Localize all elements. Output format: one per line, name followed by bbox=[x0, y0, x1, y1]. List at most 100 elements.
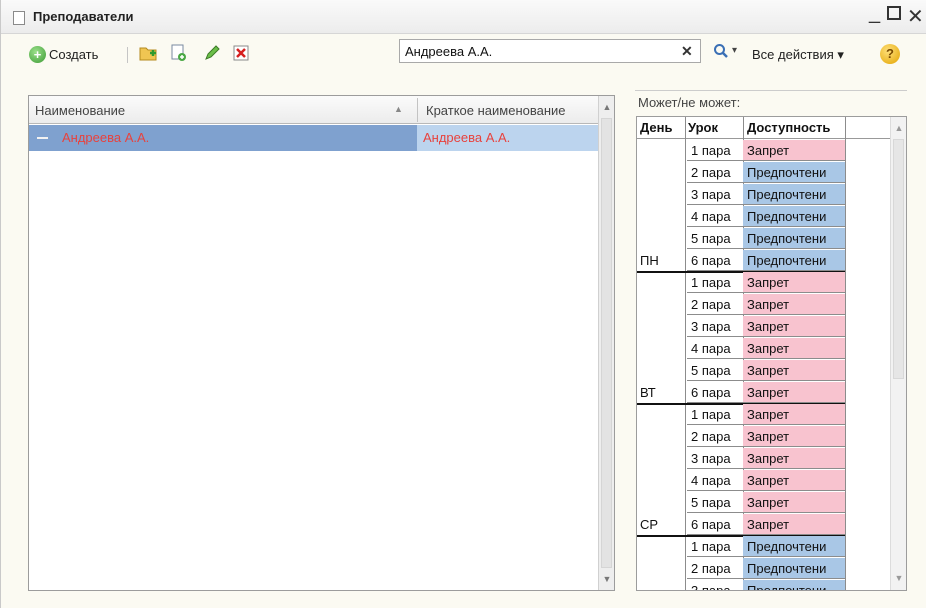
availability-label: Может/не может: bbox=[638, 95, 741, 110]
availability-row[interactable]: 6 пара Предпочтени bbox=[637, 250, 845, 272]
item-marker-icon bbox=[37, 137, 48, 139]
availability-row[interactable]: 3 пара Запрет bbox=[637, 316, 845, 338]
availability-cell[interactable]: Предпочтени bbox=[743, 162, 845, 183]
scroll-up-icon[interactable]: ▲ bbox=[891, 123, 906, 133]
availability-row[interactable]: 1 пара Запрет bbox=[637, 404, 845, 426]
search-button[interactable]: ▾ bbox=[713, 43, 737, 62]
availability-cell[interactable]: Запрет bbox=[743, 338, 845, 359]
availability-row[interactable]: 6 пара Запрет bbox=[637, 514, 845, 536]
copy-item-icon[interactable] bbox=[168, 43, 188, 63]
day-label: ПН bbox=[640, 253, 659, 268]
header-day: День bbox=[640, 120, 673, 135]
search-dropdown-icon: ▾ bbox=[732, 45, 738, 56]
lesson-cell: 3 пара bbox=[687, 580, 743, 590]
teacher-name: Андреева А.А. bbox=[62, 130, 150, 145]
short-name-cell: Андреева А.А. bbox=[417, 125, 599, 151]
scroll-up-icon[interactable]: ▲ bbox=[599, 102, 615, 112]
availability-row[interactable]: 2 пара Запрет bbox=[637, 426, 845, 448]
lesson-cell: 5 пара bbox=[687, 228, 743, 249]
availability-row[interactable]: 5 пара Запрет bbox=[637, 360, 845, 382]
add-folder-icon[interactable] bbox=[138, 43, 158, 63]
table-scrollbar[interactable]: ▲ ▼ bbox=[598, 96, 614, 590]
create-label: Создать bbox=[49, 46, 99, 62]
availability-cell[interactable]: Предпочтени bbox=[743, 206, 845, 227]
availability-row[interactable]: 5 пара Предпочтени bbox=[637, 228, 845, 250]
availability-row[interactable]: 4 пара Предпочтени bbox=[637, 206, 845, 228]
availability-cell[interactable]: Предпочтени bbox=[743, 536, 845, 557]
lesson-cell: 2 пара bbox=[687, 426, 743, 447]
availability-row[interactable]: 2 пара Предпочтени bbox=[637, 558, 845, 580]
availability-cell[interactable]: Запрет bbox=[743, 470, 845, 491]
lesson-cell: 5 пара bbox=[687, 360, 743, 381]
availability-cell[interactable]: Запрет bbox=[743, 382, 845, 403]
availability-cell[interactable]: Предпочтени bbox=[743, 184, 845, 205]
scroll-thumb[interactable] bbox=[601, 118, 612, 568]
lesson-cell: 6 пара bbox=[687, 250, 743, 271]
lesson-cell: 3 пара bbox=[687, 448, 743, 469]
lesson-cell: 4 пара bbox=[687, 470, 743, 491]
scroll-down-icon[interactable]: ▼ bbox=[891, 573, 906, 583]
availability-cell[interactable]: Запрет bbox=[743, 448, 845, 469]
maximize-icon[interactable] bbox=[887, 6, 901, 20]
availability-cell[interactable]: Предпочтени bbox=[743, 580, 845, 590]
grid-scrollbar[interactable]: ▲ ▼ bbox=[890, 117, 906, 590]
lesson-cell: 5 пара bbox=[687, 492, 743, 513]
availability-row[interactable]: 4 пара Запрет bbox=[637, 338, 845, 360]
delete-icon[interactable] bbox=[231, 43, 251, 63]
title-bar: Преподаватели _ ✕ bbox=[1, 0, 926, 34]
toolbar: + Создать ✕ ▾ Все действия bbox=[1, 34, 926, 74]
table-header: Наименование ▲ Краткое наименование bbox=[29, 96, 599, 124]
teachers-table: Наименование ▲ Краткое наименование Андр… bbox=[28, 95, 615, 591]
availability-cell[interactable]: Предпочтени bbox=[743, 558, 845, 579]
header-availability: Доступность bbox=[747, 120, 831, 135]
scroll-thumb[interactable] bbox=[893, 139, 904, 379]
help-icon[interactable]: ? bbox=[880, 44, 900, 64]
availability-row[interactable]: 4 пара Запрет bbox=[637, 470, 845, 492]
availability-row[interactable]: 6 пара Запрет bbox=[637, 382, 845, 404]
close-icon[interactable]: ✕ bbox=[907, 4, 924, 29]
minimize-icon[interactable]: _ bbox=[869, 2, 880, 25]
availability-row[interactable]: 3 пара Предпочтени bbox=[637, 184, 845, 206]
availability-cell[interactable]: Запрет bbox=[743, 316, 845, 337]
search-input[interactable] bbox=[399, 39, 701, 63]
lesson-cell: 4 пара bbox=[687, 338, 743, 359]
edit-pencil-icon[interactable] bbox=[202, 43, 222, 63]
clear-search-icon[interactable]: ✕ bbox=[681, 44, 695, 58]
table-row[interactable]: Андреева А.А. Андреева А.А. bbox=[29, 125, 599, 151]
lesson-cell: 4 пара bbox=[687, 206, 743, 227]
name-cell: Андреева А.А. bbox=[29, 125, 417, 151]
teachers-window: Преподаватели _ ✕ + Создать ✕ bbox=[0, 0, 926, 608]
availability-row[interactable]: 2 пара Запрет bbox=[637, 294, 845, 316]
availability-cell[interactable]: Предпочтени bbox=[743, 250, 845, 271]
day-label: ВТ bbox=[640, 385, 656, 400]
lesson-cell: 6 пара bbox=[687, 382, 743, 403]
grid-header: День Урок Доступность bbox=[637, 117, 892, 139]
all-actions-menu[interactable]: Все действия ▾ bbox=[752, 47, 844, 63]
availability-cell[interactable]: Запрет bbox=[743, 426, 845, 447]
availability-row[interactable]: 1 пара Запрет bbox=[637, 140, 845, 162]
lesson-cell: 1 пара bbox=[687, 536, 743, 557]
availability-row[interactable]: 2 пара Предпочтени bbox=[637, 162, 845, 184]
availability-cell[interactable]: Запрет bbox=[743, 514, 845, 535]
availability-cell[interactable]: Запрет bbox=[743, 294, 845, 315]
toolbar-separator bbox=[127, 47, 128, 63]
document-icon bbox=[13, 11, 25, 25]
window-title: Преподаватели bbox=[33, 9, 134, 24]
availability-row[interactable]: 3 пара Предпочтени bbox=[637, 580, 845, 590]
availability-cell[interactable]: Запрет bbox=[743, 492, 845, 513]
create-button[interactable]: + Создать bbox=[29, 43, 98, 65]
availability-row[interactable]: 3 пара Запрет bbox=[637, 448, 845, 470]
column-header-short-name[interactable]: Краткое наименование bbox=[426, 103, 566, 118]
column-header-name[interactable]: Наименование bbox=[35, 103, 125, 118]
availability-cell[interactable]: Предпочтени bbox=[743, 228, 845, 249]
availability-cell[interactable]: Запрет bbox=[743, 404, 845, 425]
availability-row[interactable]: 1 пара Запрет bbox=[637, 272, 845, 294]
availability-row[interactable]: 5 пара Запрет bbox=[637, 492, 845, 514]
availability-cell[interactable]: Запрет bbox=[743, 360, 845, 381]
lesson-cell: 2 пара bbox=[687, 558, 743, 579]
lesson-cell: 6 пара bbox=[687, 514, 743, 535]
availability-cell[interactable]: Запрет bbox=[743, 140, 845, 161]
availability-row[interactable]: 1 пара Предпочтени bbox=[637, 536, 845, 558]
availability-cell[interactable]: Запрет bbox=[743, 272, 845, 293]
scroll-down-icon[interactable]: ▼ bbox=[599, 574, 615, 584]
